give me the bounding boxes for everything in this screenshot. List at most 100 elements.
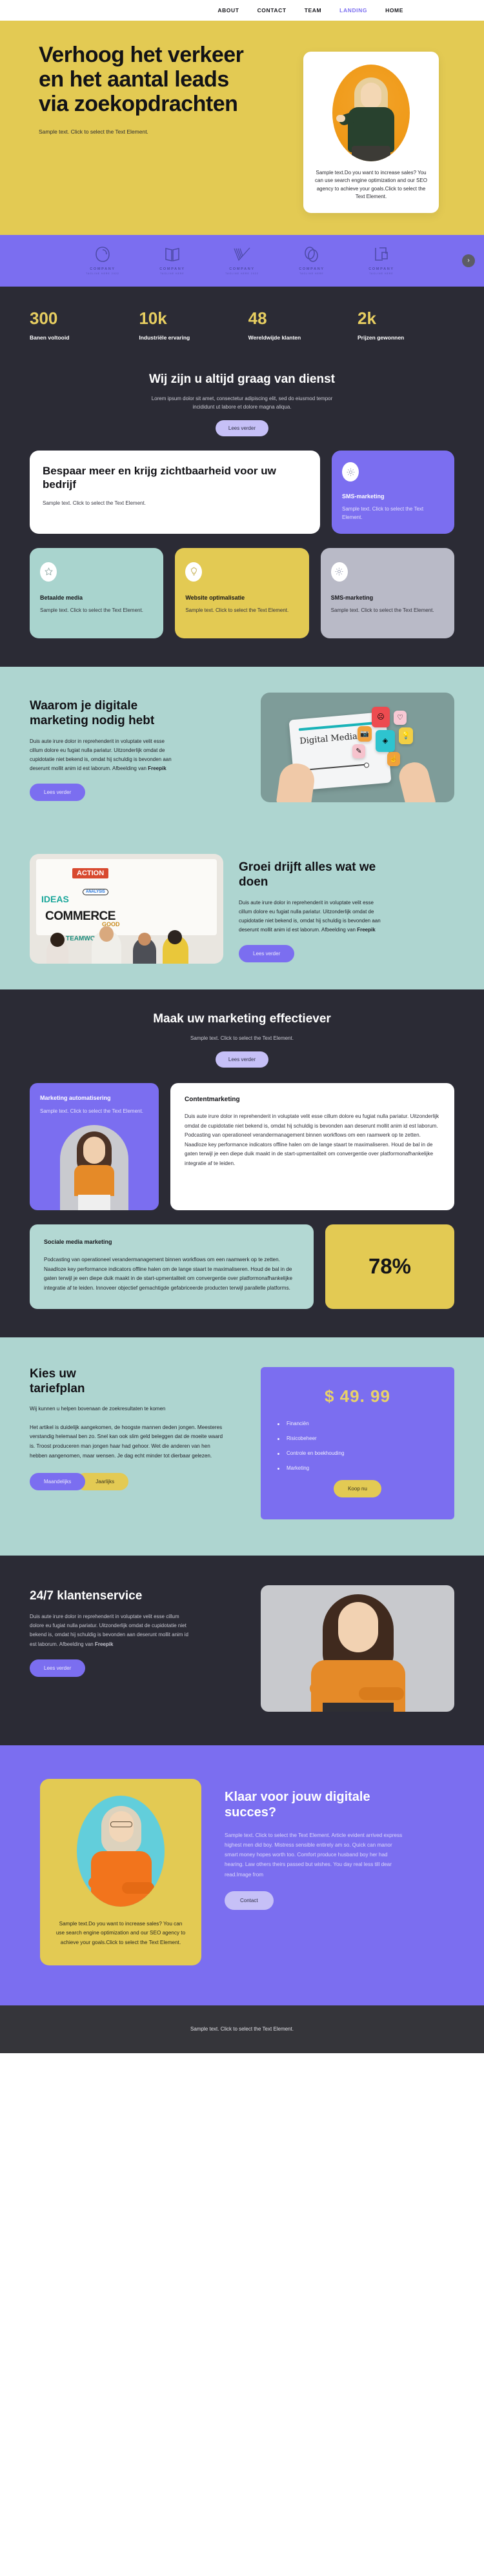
why-cta-button[interactable]: Lees verder [30, 784, 86, 802]
pricing-body: Het artikel is duidelijk aangekomen, de … [30, 1424, 223, 1459]
stats-services-section: 300 Banen voltooid 10k Industriële ervar… [0, 286, 484, 667]
social-media-title: Sociale media marketing [44, 1238, 112, 1245]
nav-item-landing[interactable]: LANDING [339, 7, 367, 14]
logo-company-name: COMPANY [299, 267, 325, 272]
price-feature: Controle en boekhouding [277, 1450, 438, 1456]
service-card-title: Website optimalisatie [185, 594, 245, 601]
why-split: Waarom je digitale marketing nodig hebt … [0, 667, 484, 828]
board-word-analysis: ANALYSIS [83, 888, 108, 895]
support-section: 24/7 klantenservice Duis aute irure dolo… [0, 1555, 484, 1745]
service-card-text: Sample text. Click to select the Text El… [185, 607, 289, 613]
growth-cta-button[interactable]: Lees verder [239, 945, 295, 963]
cta-card-text: Sample text.Do you want to increase sale… [55, 1920, 186, 1945]
automation-avatar [60, 1124, 128, 1210]
why-title: Waarom je digitale marketing nodig hebt [30, 698, 155, 727]
stat-value: 48 [248, 308, 267, 328]
growth-text: Groei drijft alles wat we doen Duis aute… [239, 854, 454, 963]
logo-tagline: TAGLINE HERE [369, 272, 394, 276]
hero-left: Verhoog het verkeer en het aantal leads … [0, 39, 258, 213]
pricing-title: Kies uw tariefplan [30, 1366, 85, 1395]
logo-item[interactable]: COMPANY TAGLINE HERE [291, 246, 332, 275]
pricing-section: Kies uw tariefplan Wij kunnen u helpen b… [0, 1337, 484, 1556]
commerce-board-image: ACTION IDEAS COMMERCE TEAMWORK GOOD ANAL… [30, 853, 223, 964]
why-credit[interactable]: Freepik [148, 766, 166, 771]
price-feature: Marketing [277, 1465, 438, 1471]
service-card-sms-marketing[interactable]: SMS-marketing Sample text. Click to sele… [320, 547, 454, 638]
buy-now-button[interactable]: Koop nu [334, 1479, 381, 1497]
growth-credit[interactable]: Freepik [357, 927, 375, 933]
nav-item-home[interactable]: HOME [385, 7, 403, 14]
footer-text: Sample text. Click to select the Text El… [190, 2026, 294, 2033]
service-card-title: SMS-marketing [330, 594, 374, 601]
stats-row: 300 Banen voltooid 10k Industriële ervar… [0, 287, 484, 358]
highlight-title: Bespaar meer en krijg zichtbaarheid voor… [43, 465, 276, 491]
why-section: Waarom je digitale marketing nodig hebt … [0, 666, 484, 989]
company-logo-mark-icon [221, 246, 263, 263]
cta-photo [77, 1795, 165, 1907]
cta-title: Klaar voor jouw digitale succes? [225, 1789, 370, 1820]
hero-title: Verhoog het verkeer en het aantal leads … [39, 43, 244, 117]
support-title: 24/7 klantenservice [30, 1588, 143, 1603]
automation-title: Marketing automatisering [40, 1095, 111, 1102]
logo-item[interactable]: COMPANY TAGLINE HERE 2022 [82, 246, 123, 275]
site-footer: Sample text. Click to select the Text El… [0, 2005, 484, 2053]
effective-title: Maak uw marketing effectiever [153, 1011, 331, 1026]
stat-item: 2k Prijzen gewonnen [358, 310, 454, 341]
nav-item-about[interactable]: ABOUT [217, 7, 239, 14]
logo-item[interactable]: COMPANY TAGLINE HERE [361, 246, 402, 275]
lightbulb-icon [185, 562, 203, 582]
contact-button[interactable]: Contact [225, 1891, 274, 1910]
board-word-ideas: IDEAS [41, 893, 69, 904]
service-card-website-optimalisatie[interactable]: Website optimalisatie Sample text. Click… [175, 547, 309, 638]
company-logo-mark-icon [361, 246, 402, 263]
gear-icon [342, 462, 359, 482]
support-text: 24/7 klantenservice Duis aute irure dolo… [30, 1585, 244, 1677]
price-card: $ 49. 99 Financiën Risicobeheer Controle… [261, 1366, 454, 1519]
service-card-text: Sample text. Click to select the Text El… [40, 607, 143, 613]
growth-title: Groei drijft alles wat we doen [239, 860, 376, 889]
nav-item-contact[interactable]: CONTACT [257, 7, 287, 14]
service-card-betaalde-media[interactable]: Betaalde media Sample text. Click to sel… [30, 547, 164, 638]
price-feature: Risicobeheer [277, 1435, 438, 1441]
automation-card: Marketing automatisering Sample text. Cl… [30, 1083, 159, 1210]
cta-card: Sample text.Do you want to increase sale… [40, 1778, 201, 1965]
logo-company-name: COMPANY [159, 267, 185, 272]
main-navigation: ABOUT CONTACT TEAM LANDING HOME [0, 0, 484, 21]
digital-media-image: Digital Media ☹ ♡ 📷 ◈ 💡 ✎ ☝ [261, 692, 454, 802]
service-card-title: Betaalde media [40, 594, 83, 601]
cta-body: Sample text. Click to select the Text El… [225, 1832, 403, 1878]
effective-cta-button[interactable]: Lees verder [215, 1051, 269, 1068]
support-cta-button[interactable]: Lees verder [30, 1659, 86, 1677]
percent-card: 78% [325, 1224, 454, 1309]
logo-tagline: TAGLINE HERE 2022 [225, 272, 259, 276]
nav-item-team[interactable]: TEAM [305, 7, 321, 14]
board-word-action: ACTION [72, 867, 109, 878]
tablet-caption: Digital Media [299, 731, 358, 747]
pricing-layout: Kies uw tariefplan Wij kunnen u helpen b… [0, 1337, 484, 1556]
stat-label: Prijzen gewonnen [357, 334, 405, 341]
stat-label: Wereldwijde klanten [248, 334, 301, 341]
carousel-next-icon[interactable]: › [462, 254, 475, 267]
star-icon [40, 562, 57, 582]
price-amount: $ 49. 99 [325, 1386, 390, 1406]
logo-item[interactable]: COMPANY TAGLINE HERE [152, 246, 193, 275]
price-feature: Financiën [277, 1421, 438, 1426]
hero-subtitle: Sample text. Click to select the Text El… [39, 128, 148, 136]
service-cards-row: Betaalde media Sample text. Click to sel… [0, 534, 484, 667]
company-logo-mark-icon [82, 246, 123, 263]
logo-item[interactable]: COMPANY TAGLINE HERE 2022 [221, 246, 263, 275]
support-credit[interactable]: Freepik [95, 1641, 113, 1647]
services-cta-button[interactable]: Lees verder [215, 420, 269, 437]
sms-marketing-card[interactable]: SMS-marketing Sample text. Click to sele… [332, 451, 454, 534]
logo-company-name: COMPANY [368, 267, 394, 272]
logo-company-name: COMPANY [229, 267, 255, 272]
service-card-text: Sample text. Click to select the Text El… [330, 607, 434, 613]
hero-photo [332, 65, 410, 161]
highlight-text: Sample text. Click to select the Text El… [43, 500, 146, 506]
stat-item: 300 Banen voltooid [30, 310, 126, 341]
toggle-monthly-button[interactable]: Maandelijks [30, 1472, 86, 1490]
sms-card-title: SMS-marketing [342, 493, 385, 500]
pricing-left: Kies uw tariefplan Wij kunnen u helpen b… [30, 1367, 243, 1519]
stat-value: 300 [30, 308, 58, 328]
logo-tagline: TAGLINE HERE [160, 272, 185, 276]
